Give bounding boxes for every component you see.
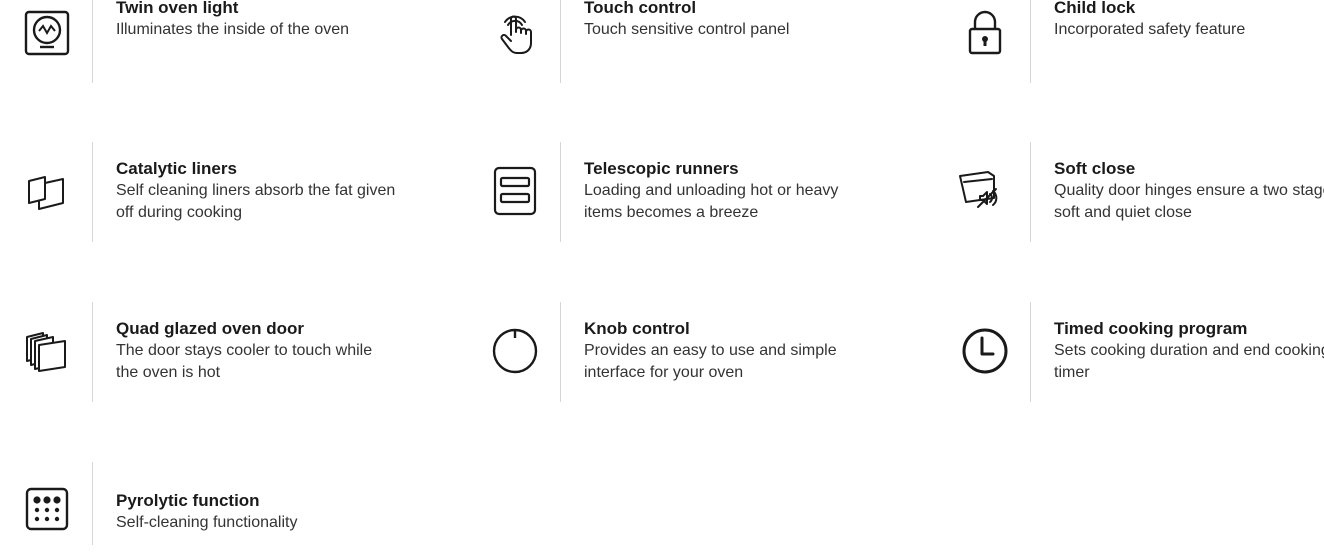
feature-title: Catalytic liners (116, 159, 237, 178)
feature-catalytic-liners: Catalytic liners Self cleaning liners ab… (18, 142, 398, 242)
feature-pyrolytic: Pyrolytic function Self-cleaning functio… (18, 462, 398, 552)
feature-quad-glazed-door: Quad glazed oven door The door stays coo… (18, 302, 398, 402)
feature-divider (560, 302, 561, 402)
feature-title: Telescopic runners (584, 159, 739, 178)
feature-divider (1030, 0, 1031, 83)
feature-title: Pyrolytic function (116, 491, 260, 510)
feature-description: Loading and unloading hot or heavy items… (584, 182, 839, 221)
feature-soft-close: Soft close Quality door hinges ensure a … (956, 142, 1324, 242)
feature-title: Soft close (1054, 159, 1136, 178)
feature-divider (1030, 142, 1031, 242)
feature-text: Quad glazed oven door The door stays coo… (116, 318, 396, 384)
quad-glazed-door-icon (18, 322, 76, 380)
feature-description: Self cleaning liners absorb the fat give… (116, 182, 396, 221)
feature-divider (560, 0, 561, 83)
feature-text: Soft close Quality door hinges ensure a … (1054, 158, 1324, 224)
padlock-icon (956, 4, 1014, 62)
feature-description: Illuminates the inside of the oven (116, 21, 350, 38)
feature-timed-cooking: Timed cooking program Sets cooking durat… (956, 302, 1324, 402)
feature-description: Provides an easy to use and simple inter… (584, 342, 837, 381)
feature-text: Telescopic runners Loading and unloading… (584, 158, 864, 224)
feature-text: Timed cooking program Sets cooking durat… (1054, 318, 1324, 384)
feature-divider (560, 142, 561, 242)
feature-description: Quality door hinges ensure a two stage s… (1054, 182, 1324, 221)
feature-divider (92, 302, 93, 402)
feature-text: Touch control Touch sensitive control pa… (584, 0, 864, 41)
touch-control-icon (486, 4, 544, 62)
catalytic-liners-icon (18, 162, 76, 220)
feature-text: Catalytic liners Self cleaning liners ab… (116, 158, 396, 224)
feature-description: Self-cleaning functionality (116, 514, 298, 531)
feature-divider (1030, 302, 1031, 402)
feature-title: Touch control (584, 0, 697, 17)
feature-title: Twin oven light (116, 0, 239, 17)
feature-divider (92, 142, 93, 242)
feature-twin-oven-light: Twin oven light Illuminates the inside o… (18, 0, 398, 83)
feature-text: Child lock Incorporated safety feature (1054, 0, 1324, 41)
feature-knob-control: Knob control Provides an easy to use and… (486, 302, 866, 402)
pyrolytic-icon (18, 480, 76, 538)
feature-title: Knob control (584, 319, 690, 338)
feature-divider (92, 0, 93, 83)
feature-title: Child lock (1054, 0, 1136, 17)
clock-icon (956, 322, 1014, 380)
knob-icon (486, 322, 544, 380)
oven-light-icon (18, 4, 76, 62)
telescopic-runners-icon (486, 162, 544, 220)
feature-telescopic-runners: Telescopic runners Loading and unloading… (486, 142, 866, 242)
feature-description: Touch sensitive control panel (584, 21, 790, 38)
feature-touch-control: Touch control Touch sensitive control pa… (486, 0, 866, 83)
feature-divider (92, 462, 93, 545)
feature-description: The door stays cooler to touch while the… (116, 342, 373, 381)
feature-description: Sets cooking duration and end cooking ti… (1054, 342, 1324, 381)
feature-description: Incorporated safety feature (1054, 21, 1246, 38)
feature-child-lock: Child lock Incorporated safety feature (956, 0, 1324, 83)
soft-close-icon (956, 162, 1014, 220)
feature-title: Quad glazed oven door (116, 319, 304, 338)
feature-text: Pyrolytic function Self-cleaning functio… (116, 490, 396, 534)
feature-text: Twin oven light Illuminates the inside o… (116, 0, 396, 41)
feature-text: Knob control Provides an easy to use and… (584, 318, 864, 384)
feature-title: Timed cooking program (1054, 319, 1248, 338)
